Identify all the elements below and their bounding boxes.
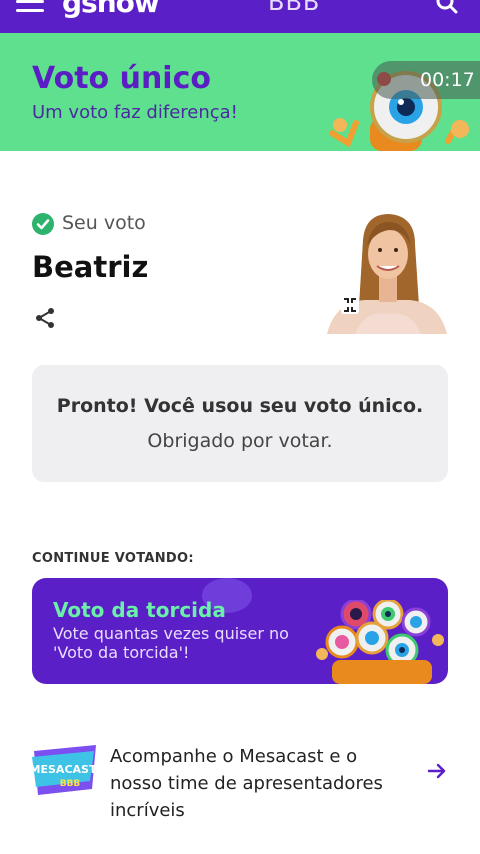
promo-title: Voto da torcida [53,598,226,622]
banner-subtitle: Um voto faz diferença! [32,102,238,123]
voted-participant-name: Beatriz [32,250,149,284]
timer-text: 00:17 [420,69,475,91]
mesacast-logo[interactable]: MESACAST BBB [30,743,100,799]
confirmation-subtitle: Obrigado por votar. [147,430,333,452]
continue-voting-label: CONTINUE VOTANDO: [32,551,194,566]
search-icon[interactable] [436,0,458,14]
confirmation-title: Pronto! Você usou seu voto único. [56,395,424,417]
svg-text:BBB: BBB [60,779,81,789]
participant-photo [327,214,447,334]
arrow-right-icon[interactable] [426,760,448,782]
top-navigation-bar: gshow BBB [0,0,480,33]
svg-text:MESACAST: MESACAST [30,763,97,776]
check-circle-icon [32,213,54,235]
vote-confirmation-box: Pronto! Você usou seu voto único. Obriga… [32,365,448,482]
voto-da-torcida-card[interactable]: Voto da torcida Vote quantas vezes quise… [32,578,448,684]
mesacast-link-text[interactable]: Acompanhe o Mesacast e o nosso time de a… [110,743,410,824]
hamburger-menu-icon[interactable] [16,0,44,14]
voto-unico-banner: Voto único Um voto faz diferença! 00:17 [0,33,480,151]
share-icon[interactable] [33,306,57,330]
banner-title: Voto único [32,61,211,96]
eye-mascots-illustration [316,600,444,684]
your-vote-label: Seu voto [62,212,146,234]
brand-logo[interactable]: gshow [62,0,160,19]
expand-icon [341,296,359,314]
section-title: BBB [268,0,321,16]
promo-subtitle: Vote quantas vezes quiser no 'Voto da to… [53,624,289,662]
